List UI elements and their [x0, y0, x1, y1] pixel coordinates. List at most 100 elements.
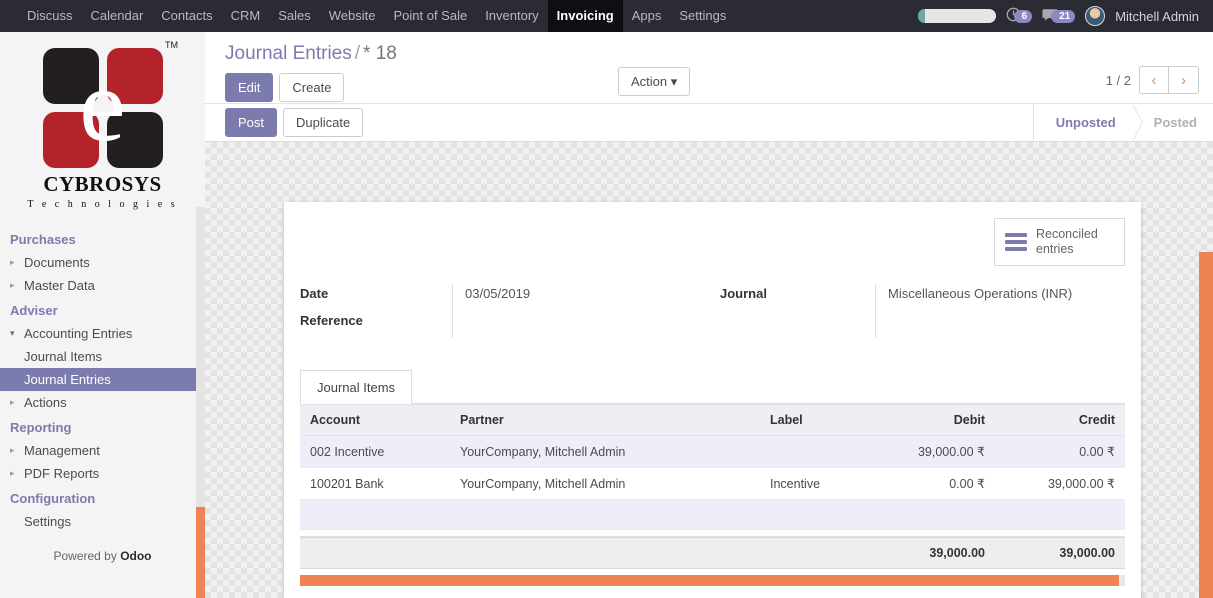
column-header-debit[interactable]: Debit — [865, 404, 995, 436]
sidebar-item-label: Settings — [24, 514, 71, 529]
cell-empty — [760, 499, 865, 530]
duplicate-button[interactable]: Duplicate — [283, 108, 364, 137]
stat-buttons: Reconciled entries — [300, 218, 1125, 266]
nav-item-inventory[interactable]: Inventory — [476, 0, 547, 32]
field-value-date[interactable]: 03/05/2019 — [465, 284, 530, 311]
post-button[interactable]: Post — [225, 108, 278, 137]
chevron-right-icon: ▸ — [10, 397, 15, 407]
status-stage-posted[interactable]: Posted — [1131, 104, 1213, 141]
nav-item-apps[interactable]: Apps — [623, 0, 671, 32]
sidebar-item-settings[interactable]: Settings — [0, 510, 205, 533]
cell-empty — [995, 499, 1125, 530]
logo-mark-icon: e — [42, 47, 163, 168]
status-stage-label: Unposted — [1055, 115, 1116, 130]
sidebar-item-management[interactable]: ▸ Management — [0, 439, 205, 462]
cell-total-spacer — [450, 537, 760, 569]
status-stage-label: Posted — [1153, 115, 1197, 130]
sidebar: TM e CYBROSYS T e c h n o l o g i e s Pu… — [0, 32, 205, 598]
reconciled-entries-button[interactable]: Reconciled entries — [994, 218, 1125, 266]
sidebar-item-pdf-reports[interactable]: ▸ PDF Reports — [0, 462, 205, 485]
column-header-account[interactable]: Account — [300, 404, 450, 436]
nav-item-settings[interactable]: Settings — [670, 0, 735, 32]
column-header-partner[interactable]: Partner — [450, 404, 760, 436]
journal-items-table: Account Partner Label Debit Credit 002 I… — [300, 404, 1125, 530]
logo-letter: e — [79, 47, 126, 163]
table-row[interactable]: 002 Incentive YourCompany, Mitchell Admi… — [300, 435, 1125, 468]
form-canvas: Reconciled entries Date Reference 03/05/… — [205, 142, 1213, 598]
pager-previous-button[interactable]: ‹ — [1139, 66, 1169, 94]
field-value-journal[interactable]: Miscellaneous Operations (INR) — [888, 284, 1072, 311]
field-label-reference: Reference — [300, 313, 363, 328]
sidebar-item-accounting-entries[interactable]: ▾ Accounting Entries — [0, 322, 205, 345]
sidebar-item-journal-entries[interactable]: Journal Entries — [0, 368, 205, 391]
nav-item-website[interactable]: Website — [320, 0, 385, 32]
nav-item-discuss[interactable]: Discuss — [18, 0, 82, 32]
nav-item-point-of-sale[interactable]: Point of Sale — [384, 0, 476, 32]
column-header-label[interactable]: Label — [760, 404, 865, 436]
avatar[interactable] — [1085, 6, 1106, 26]
column-header-credit[interactable]: Credit — [995, 404, 1125, 436]
navbar-right-tools: 6 21 Mitchell Admin — [917, 0, 1206, 32]
page-scrollbar[interactable] — [1199, 252, 1213, 598]
nav-item-contacts[interactable]: Contacts — [152, 0, 221, 32]
nav-item-crm[interactable]: CRM — [222, 0, 270, 32]
sidebar-item-label: PDF Reports — [24, 466, 100, 481]
breadcrumb: Journal Entries / * 18 — [225, 42, 1199, 66]
sidebar-item-master-data[interactable]: ▸ Master Data — [0, 274, 205, 297]
table-row[interactable]: 100201 Bank YourCompany, Mitchell Admin … — [300, 467, 1125, 500]
sidebar-item-journal-items[interactable]: Journal Items — [0, 345, 205, 368]
form-left-labels: Date Reference — [300, 284, 452, 338]
chevron-down-icon: ▾ — [670, 74, 678, 89]
status-stage-unposted[interactable]: Unposted — [1032, 104, 1132, 141]
sidebar-item-actions[interactable]: ▸ Actions — [0, 391, 205, 414]
sidebar-item-label: Management — [24, 443, 100, 458]
top-navbar: Discuss Calendar Contacts CRM Sales Webs… — [0, 0, 1213, 32]
pager-counter: 1 / 2 — [1105, 72, 1131, 88]
form-group-right: Journal Miscellaneous Operations (INR) — [720, 284, 1072, 338]
pager-buttons: ‹ › — [1139, 66, 1199, 94]
nav-item-sales[interactable]: Sales — [269, 0, 320, 32]
table-horizontal-scrollbar[interactable] — [300, 575, 1125, 586]
cell-account: 100201 Bank — [300, 467, 450, 500]
record-action-buttons: Edit Create — [225, 73, 1199, 102]
navbar-progress-fill — [917, 9, 925, 23]
action-dropdown-button[interactable]: Action ▾ — [618, 67, 691, 96]
main-content: Journal Entries / * 18 Edit Create Action … — [205, 32, 1213, 598]
cell-total-spacer — [300, 537, 450, 569]
chevron-down-icon: ▾ — [10, 328, 15, 338]
powered-by-text: Powered by — [53, 549, 121, 563]
edit-button[interactable]: Edit — [225, 73, 274, 102]
messages-menu[interactable]: 21 — [1042, 8, 1076, 25]
sidebar-item-documents[interactable]: ▸ Documents — [0, 251, 205, 274]
breadcrumb-root-link[interactable]: Journal Entries — [225, 43, 352, 64]
pager-next-button[interactable]: › — [1169, 66, 1199, 94]
create-button[interactable]: Create — [279, 73, 345, 102]
cell-total-spacer — [760, 537, 865, 569]
odoo-invoicing-app: Discuss Calendar Contacts CRM Sales Webs… — [0, 0, 1213, 598]
odoo-brand[interactable]: Odoo — [120, 549, 151, 563]
list-bars-icon — [1005, 233, 1027, 251]
table-totals-row: 39,000.00 39,000.00 — [300, 537, 1125, 569]
field-label-spacer — [720, 311, 861, 338]
cell-empty — [450, 499, 760, 530]
sidebar-scrollbar-thumb[interactable] — [196, 507, 205, 598]
sidebar-scrollbar[interactable] — [196, 207, 205, 598]
messages-count-badge: 21 — [1051, 9, 1076, 23]
table-scrollbar-thumb[interactable] — [300, 575, 1119, 586]
breadcrumb-current: * 18 — [363, 43, 397, 64]
cell-credit: 39,000.00 ₹ — [995, 467, 1125, 500]
chevron-right-icon: ▸ — [10, 257, 15, 267]
nav-item-calendar[interactable]: Calendar — [82, 0, 153, 32]
cell-label — [760, 435, 865, 468]
company-name: CYBROSYS — [43, 172, 162, 196]
username-label[interactable]: Mitchell Admin — [1115, 9, 1205, 24]
page-scrollbar-thumb[interactable] — [1199, 252, 1213, 598]
field-label-journal: Journal — [720, 286, 767, 301]
tab-journal-items[interactable]: Journal Items — [300, 370, 413, 404]
table-row-empty[interactable] — [300, 499, 1125, 530]
nav-item-invoicing[interactable]: Invoicing — [547, 0, 623, 32]
chevron-right-icon: ▸ — [10, 445, 15, 455]
powered-by: Powered by Odoo — [0, 539, 205, 567]
field-value-reference[interactable] — [465, 311, 530, 338]
activities-menu[interactable]: 6 — [1006, 7, 1033, 25]
